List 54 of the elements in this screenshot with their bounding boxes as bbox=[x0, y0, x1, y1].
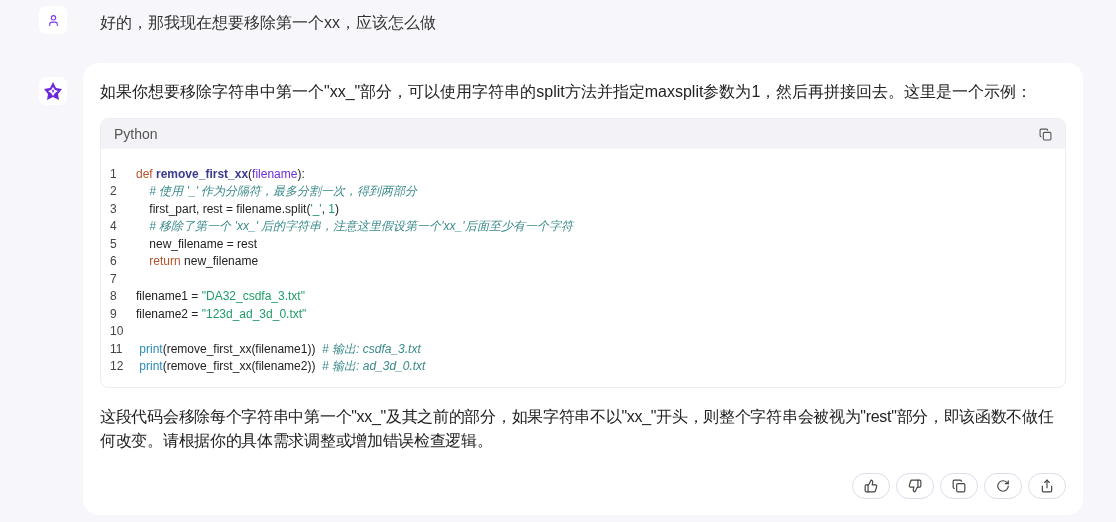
regenerate-button[interactable] bbox=[984, 473, 1022, 499]
language-label: Python bbox=[114, 124, 158, 144]
keyword: def bbox=[136, 165, 154, 183]
parameter: filename bbox=[252, 165, 298, 183]
share-button[interactable] bbox=[1028, 473, 1066, 499]
function-name: remove_first_xx bbox=[156, 165, 249, 183]
code-text: new_filename = rest bbox=[148, 235, 258, 253]
code-text: ): bbox=[297, 165, 305, 183]
code-comment: # 移除了第一个 'xx_' 后的字符串，注意这里假设第一个'xx_'后面至少有一个字符 bbox=[148, 218, 573, 236]
number-literal: 1 bbox=[328, 200, 336, 218]
code-text: filename1 = bbox=[136, 288, 200, 306]
copy-button[interactable] bbox=[940, 473, 978, 499]
string-literal: '_' bbox=[310, 200, 322, 218]
line-number: 12 bbox=[110, 358, 125, 376]
thumbs-up-icon bbox=[864, 479, 878, 493]
thumbs-up-button[interactable] bbox=[852, 473, 890, 499]
line-number: 7 bbox=[110, 270, 118, 288]
line-number: 4 bbox=[110, 218, 118, 236]
line-number: 3 bbox=[110, 200, 118, 218]
line-number: 5 bbox=[110, 235, 118, 253]
code-text: ( bbox=[248, 165, 253, 183]
code-text: filename2 = bbox=[136, 305, 200, 323]
code-text: first_part, rest = filename.split( bbox=[148, 200, 311, 218]
code-text: ) bbox=[335, 200, 340, 218]
answer-explanation: 这段代码会移除每个字符串中第一个"xx_"及其之前的部分，如果字符串不以"xx_"开头，则整个字符串会被视为"rest"部分，即该函数不做任何改变。请根据你的具体需求调整或增加错误检查逻辑。 bbox=[100, 407, 1055, 451]
line-number: 11 bbox=[110, 340, 124, 358]
code-comment: # 输出: csdfa_3.txt bbox=[322, 340, 421, 358]
code-text: (remove_first_xx(filename2)) bbox=[162, 358, 317, 376]
refresh-icon bbox=[996, 479, 1010, 493]
line-number: 6 bbox=[110, 253, 118, 271]
copy-code-button[interactable] bbox=[1039, 127, 1052, 141]
line-number: 2 bbox=[110, 183, 118, 201]
code-text: new_filename bbox=[184, 253, 259, 271]
share-icon bbox=[1040, 479, 1054, 493]
thumbs-down-button[interactable] bbox=[896, 473, 934, 499]
string-literal: "123d_ad_3d_0.txt" bbox=[201, 305, 307, 323]
user-icon bbox=[46, 13, 60, 27]
line-number: 9 bbox=[110, 305, 118, 323]
user-message: 好的，那我现在想要移除第一个xx，应该怎么做 bbox=[100, 13, 436, 33]
code-text: , bbox=[321, 200, 326, 218]
line-number: 1 bbox=[110, 165, 118, 183]
line-number: 10 bbox=[110, 323, 125, 341]
code-comment: # 输出: ad_3d_0.txt bbox=[322, 358, 426, 376]
builtin-name: print bbox=[138, 340, 163, 358]
copy-icon bbox=[952, 479, 966, 493]
code-text: (remove_first_xx(filename1)) bbox=[162, 340, 317, 358]
builtin-name: print bbox=[138, 358, 163, 376]
code-comment: # 使用 '_' 作为分隔符，最多分割一次，得到两部分 bbox=[148, 183, 418, 201]
copy-icon bbox=[1039, 127, 1052, 141]
string-literal: "DA32_csdfa_3.txt" bbox=[201, 288, 305, 306]
keyword: return bbox=[148, 253, 182, 271]
thumbs-down-icon bbox=[908, 479, 922, 493]
line-number: 8 bbox=[110, 288, 118, 306]
answer-intro: 如果你想要移除字符串中第一个"xx_"部分，可以使用字符串的split方法并指定maxsplit参数为1，然后再拼接回去。这里是一个示例： bbox=[100, 82, 1034, 102]
